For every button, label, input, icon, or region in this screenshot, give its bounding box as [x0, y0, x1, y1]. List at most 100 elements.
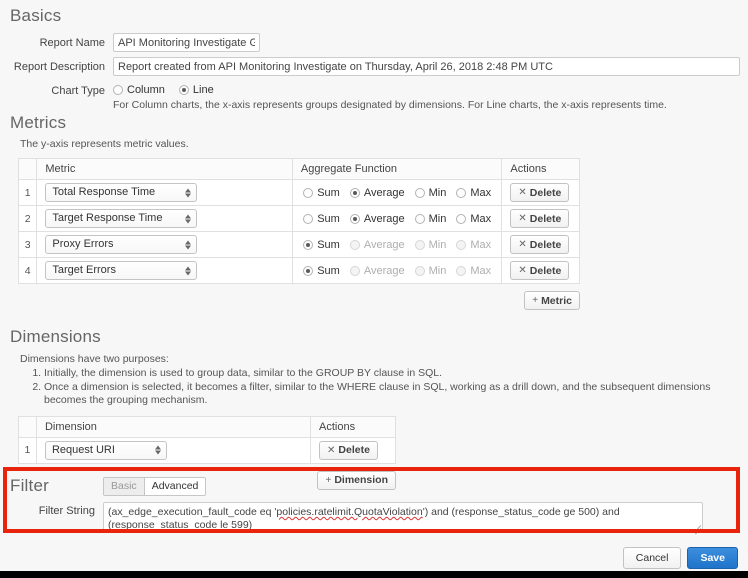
- stepper-arrows-icon: [185, 214, 191, 223]
- delete-metric-label: Delete: [530, 213, 562, 225]
- filter-section: Filter Basic Advanced Filter String (ax_…: [10, 476, 740, 532]
- metric-select[interactable]: Target Errors: [45, 261, 197, 280]
- add-metric-label: Metric: [541, 295, 572, 307]
- aggregate-option-average[interactable]: Average: [350, 187, 405, 199]
- aggregate-option-sum[interactable]: Sum: [303, 187, 340, 199]
- aggregate-option-sum[interactable]: Sum: [303, 239, 340, 251]
- radio-dot-icon[interactable]: [303, 214, 313, 224]
- radio-dot-icon[interactable]: [415, 214, 425, 224]
- delete-metric-button[interactable]: ✕ Delete: [510, 209, 569, 228]
- aggregate-option-label: Average: [364, 213, 405, 225]
- delete-metric-label: Delete: [530, 187, 562, 199]
- aggregate-option-sum[interactable]: Sum: [303, 213, 340, 225]
- tab-advanced[interactable]: Advanced: [145, 478, 206, 495]
- metric-select[interactable]: Target Response Time: [45, 209, 197, 228]
- dimensions-table-header-row: Dimension Actions: [19, 416, 396, 437]
- aggregate-cell: Sum Average Min Max: [292, 258, 501, 284]
- metric-row-index: 2: [19, 206, 37, 232]
- metrics-col-index: [19, 159, 37, 180]
- actions-cell: ✕ Delete: [311, 437, 396, 463]
- delete-metric-label: Delete: [530, 239, 562, 251]
- radio-dot-icon[interactable]: [179, 85, 189, 95]
- actions-cell: ✕ Delete: [502, 232, 580, 258]
- aggregate-option-label: Average: [364, 187, 405, 199]
- aggregate-option-label: Min: [429, 213, 447, 225]
- aggregate-option-label: Min: [429, 187, 447, 199]
- aggregate-option-label: Average: [364, 265, 405, 277]
- radio-dot-icon[interactable]: [456, 188, 466, 198]
- aggregate-option-average: Average: [350, 239, 405, 251]
- save-button[interactable]: Save: [687, 547, 738, 569]
- aggregate-option-label: Max: [470, 213, 491, 225]
- radio-dot-icon[interactable]: [415, 188, 425, 198]
- aggregate-option-label: Max: [470, 187, 491, 199]
- metric-select[interactable]: Total Response Time: [45, 183, 197, 202]
- filter-string-row: Filter String (ax_edge_execution_fault_c…: [10, 502, 740, 532]
- delete-dimension-button[interactable]: ✕ Delete: [319, 441, 378, 460]
- table-row: 1 Request URI ✕ Delete: [19, 437, 396, 463]
- report-name-input[interactable]: [113, 33, 260, 52]
- actions-cell: ✕ Delete: [502, 180, 580, 206]
- radio-dot-icon[interactable]: [350, 188, 360, 198]
- aggregate-option-label: Max: [470, 265, 491, 277]
- aggregate-radio-group: Sum Average Min Max: [301, 239, 493, 251]
- tab-basic[interactable]: Basic: [104, 478, 145, 495]
- delete-metric-button[interactable]: ✕ Delete: [510, 183, 569, 202]
- aggregate-option-label: Sum: [317, 239, 340, 251]
- filter-string-flagged-token: policies.ratelimit.QuotaViolation: [276, 506, 422, 518]
- aggregate-option-max[interactable]: Max: [456, 187, 491, 199]
- basics-heading: Basics: [10, 6, 740, 26]
- delete-metric-button[interactable]: ✕ Delete: [510, 261, 569, 280]
- aggregate-option-min[interactable]: Min: [415, 213, 447, 225]
- aggregate-option-max[interactable]: Max: [456, 213, 491, 225]
- aggregate-radio-group: Sum Average Min Max: [301, 265, 493, 277]
- radio-dot-icon[interactable]: [303, 188, 313, 198]
- add-metric-button[interactable]: + Metric: [524, 291, 580, 310]
- stepper-arrows-icon: [185, 240, 191, 249]
- radio-dot-icon[interactable]: [303, 266, 313, 276]
- dimensions-col-actions: Actions: [311, 416, 396, 437]
- radio-dot-icon: [350, 240, 360, 250]
- radio-dot-icon: [415, 240, 425, 250]
- delete-metric-button[interactable]: ✕ Delete: [510, 235, 569, 254]
- table-row: 4 Target Errors Sum Average Min Max: [19, 258, 580, 284]
- metric-cell: Proxy Errors: [37, 232, 293, 258]
- metrics-heading: Metrics: [10, 113, 740, 133]
- aggregate-option-average[interactable]: Average: [350, 213, 405, 225]
- report-description-row: Report Description: [10, 57, 740, 76]
- metrics-section: Metrics The y-axis represents metric val…: [10, 113, 740, 310]
- chart-type-option-line[interactable]: Line: [179, 84, 214, 96]
- radio-dot-icon[interactable]: [350, 214, 360, 224]
- metrics-col-metric: Metric: [37, 159, 293, 180]
- dimensions-help-intro: Dimensions have two purposes:: [20, 353, 740, 366]
- aggregate-cell: Sum Average Min Max: [292, 206, 501, 232]
- dimensions-heading: Dimensions: [10, 327, 740, 347]
- filter-string-input[interactable]: (ax_edge_execution_fault_code eq 'polici…: [103, 502, 703, 532]
- dimensions-col-dimension: Dimension: [36, 416, 310, 437]
- aggregate-option-sum[interactable]: Sum: [303, 265, 340, 277]
- report-name-row: Report Name: [10, 33, 740, 52]
- report-description-input[interactable]: [113, 57, 740, 76]
- chart-type-help-text: For Column charts, the x-axis represents…: [113, 99, 667, 112]
- radio-dot-icon[interactable]: [113, 85, 123, 95]
- dimensions-col-index: [19, 416, 37, 437]
- basics-section: Basics Report Name Report Description Ch…: [10, 6, 740, 117]
- radio-dot-icon[interactable]: [456, 214, 466, 224]
- list-item: Initially, the dimension is used to grou…: [44, 367, 740, 381]
- metric-cell: Target Response Time: [37, 206, 293, 232]
- metric-select[interactable]: Proxy Errors: [45, 235, 197, 254]
- chart-type-label: Chart Type: [10, 81, 113, 97]
- metric-cell: Target Errors: [37, 258, 293, 284]
- aggregate-option-min[interactable]: Min: [415, 187, 447, 199]
- close-icon: ✕: [518, 265, 526, 276]
- metrics-table: Metric Aggregate Function Actions 1 Tota…: [18, 158, 580, 284]
- chart-type-option-column[interactable]: Column: [113, 84, 165, 96]
- aggregate-option-max: Max: [456, 239, 491, 251]
- dimensions-help-list: Initially, the dimension is used to grou…: [20, 367, 740, 408]
- dimension-select[interactable]: Request URI: [45, 441, 167, 460]
- cancel-button[interactable]: Cancel: [623, 547, 682, 569]
- dimension-row-index: 1: [19, 437, 37, 463]
- radio-dot-icon[interactable]: [303, 240, 313, 250]
- filter-string-label: Filter String: [10, 502, 103, 517]
- aggregate-option-label: Min: [429, 239, 447, 251]
